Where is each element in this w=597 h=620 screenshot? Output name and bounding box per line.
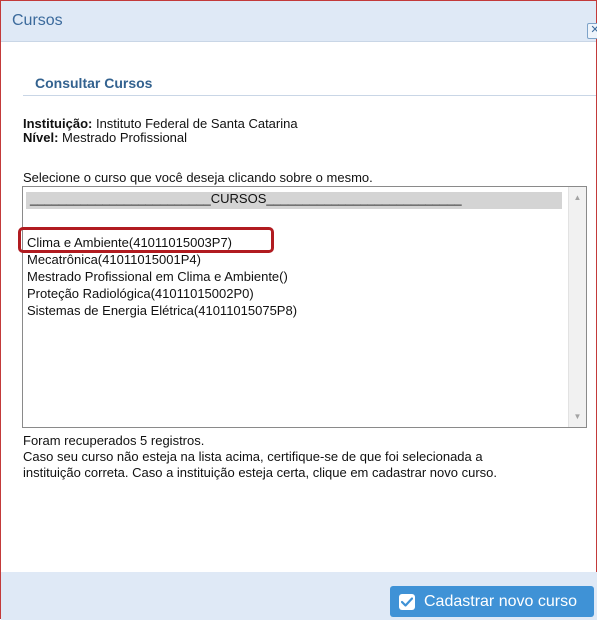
records-count-text: Foram recuperados 5 registros.: [23, 433, 205, 448]
list-header-label: _________________________CURSOS_________…: [30, 192, 462, 206]
section-title: Consultar Cursos: [35, 75, 153, 91]
check-icon: [399, 594, 415, 610]
course-listbox[interactable]: _________________________CURSOS_________…: [22, 186, 587, 428]
scroll-down-arrow-icon[interactable]: ▼: [569, 408, 586, 425]
cadastrar-novo-curso-button[interactable]: Cadastrar novo curso: [390, 586, 594, 617]
scrollbar[interactable]: ▲ ▼: [568, 187, 586, 427]
hint-text-line2: instituição correta. Caso a instituição …: [23, 465, 498, 480]
nivel-row: Nível: Mestrado Profissional: [23, 131, 298, 145]
dialog-title: Cursos: [12, 12, 63, 29]
list-item[interactable]: Mestrado Profissional em Clima e Ambient…: [27, 268, 297, 285]
cadastrar-button-label: Cadastrar novo curso: [424, 593, 577, 610]
cursos-dialog: Cursos ✕ Consultar Cursos Instituição: I…: [0, 0, 597, 620]
list-item[interactable]: Clima e Ambiente(41011015003P7): [27, 234, 297, 251]
nivel-label: Nível:: [23, 130, 59, 145]
instituicao-value: Instituto Federal de Santa Catarina: [95, 116, 298, 131]
instituicao-label: Instituição:: [23, 116, 93, 131]
course-list: Clima e Ambiente(41011015003P7) Mecatrôn…: [27, 234, 297, 319]
section-header: Consultar Cursos: [23, 65, 596, 96]
nivel-value: Mestrado Profissional: [62, 130, 188, 145]
dialog-titlebar: Cursos ✕: [1, 1, 597, 42]
records-info: Foram recuperados 5 registros. Caso seu …: [23, 433, 497, 481]
list-item[interactable]: Mecatrônica(41011015001P4): [27, 251, 297, 268]
institution-info: Instituição: Instituto Federal de Santa …: [23, 117, 298, 145]
list-item[interactable]: Proteção Radiológica(41011015002P0): [27, 285, 297, 302]
close-icon[interactable]: ✕: [587, 23, 597, 39]
instituicao-row: Instituição: Instituto Federal de Santa …: [23, 117, 298, 131]
hint-text-line1: Caso seu curso não esteja na lista acima…: [23, 449, 483, 464]
instruction-text: Selecione o curso que você deseja clican…: [23, 170, 373, 185]
list-item[interactable]: Sistemas de Energia Elétrica(41011015075…: [27, 302, 297, 319]
list-header[interactable]: _________________________CURSOS_________…: [26, 192, 562, 209]
scroll-up-arrow-icon[interactable]: ▲: [569, 189, 586, 206]
